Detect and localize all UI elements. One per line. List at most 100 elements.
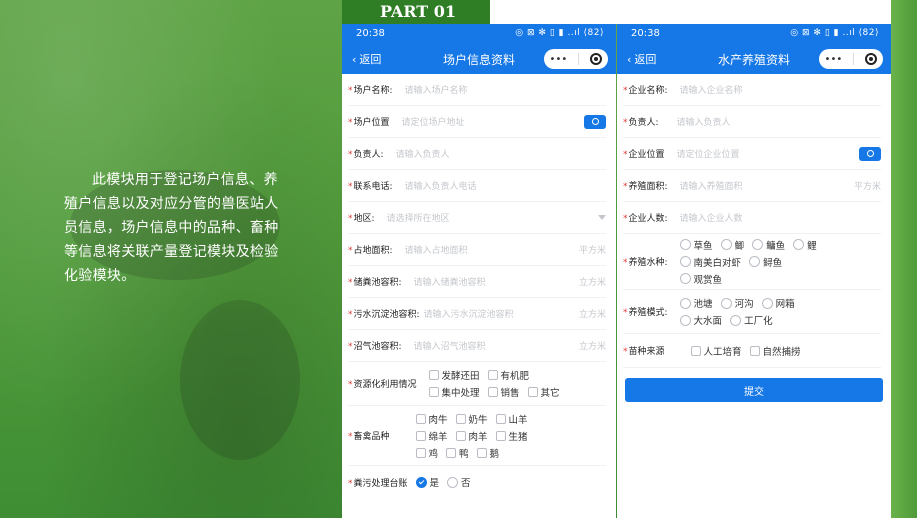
manure-pool-input[interactable]: 请输入储粪池容积 bbox=[414, 275, 579, 288]
checkbox-option[interactable]: 奶牛 bbox=[455, 412, 488, 426]
checkbox[interactable] bbox=[476, 447, 487, 458]
radio-icon[interactable] bbox=[679, 239, 691, 250]
radio-checked-icon[interactable] bbox=[415, 476, 427, 488]
checkbox-option[interactable]: 生猪 bbox=[495, 429, 528, 443]
radio-option[interactable]: 鳙鱼 bbox=[752, 238, 785, 252]
radio-icon[interactable] bbox=[679, 273, 691, 284]
radio-icon[interactable] bbox=[793, 239, 805, 250]
biogas-pool-input[interactable]: 请输入沼气池容积 bbox=[414, 339, 579, 352]
radio-option[interactable]: 河沟 bbox=[720, 296, 754, 310]
field-region[interactable]: *地区: 请选择所在地区 bbox=[348, 202, 606, 234]
field-manure-pool[interactable]: *储粪池容积: 请输入储粪池容积 立方米 bbox=[348, 266, 606, 298]
more-icon[interactable]: ••• bbox=[550, 54, 568, 65]
region-select[interactable]: 请选择所在地区 bbox=[387, 211, 598, 224]
checkbox[interactable] bbox=[487, 387, 498, 397]
location-icon[interactable] bbox=[859, 146, 881, 161]
back-button[interactable]: ‹ 返回 bbox=[352, 51, 381, 67]
checkbox-option[interactable]: 有机肥 bbox=[487, 368, 529, 382]
field-biogas-pool[interactable]: *沼气池容积: 请输入沼气池容积 立方米 bbox=[348, 330, 606, 362]
company-location-input[interactable]: 请定位企业位置 bbox=[677, 147, 859, 160]
submit-button[interactable]: 提交 bbox=[625, 378, 883, 402]
checkbox-option[interactable]: 鸭 bbox=[446, 446, 469, 460]
radio-option[interactable]: 网箱 bbox=[761, 296, 795, 310]
field-company-name[interactable]: *企业名称: 请输入企业名称 bbox=[623, 74, 881, 106]
farm-name-input[interactable]: 请输入场户名称 bbox=[405, 83, 606, 96]
radio-yes[interactable]: 是 bbox=[415, 475, 439, 489]
checkbox-option[interactable]: 集中处理 bbox=[428, 385, 480, 399]
checkbox-option[interactable]: 肉牛 bbox=[415, 412, 448, 426]
checkbox[interactable] bbox=[487, 370, 498, 380]
radio-icon[interactable] bbox=[679, 314, 691, 326]
field-company-location[interactable]: *企业位置 请定位企业位置 bbox=[623, 138, 881, 170]
back-button[interactable]: ‹ 返回 bbox=[627, 51, 656, 67]
field-sewage-pool[interactable]: *污水沉淀池容积: 请输入污水沉淀池容积 立方米 bbox=[348, 298, 606, 330]
owner-input[interactable]: 请输入负责人 bbox=[677, 115, 881, 128]
checkbox[interactable] bbox=[415, 413, 426, 424]
field-farm-location[interactable]: *场户位置 请定位场户地址 bbox=[348, 106, 606, 138]
unit-label: 平方米 bbox=[853, 182, 881, 192]
radio-option[interactable]: 大水面 bbox=[679, 313, 722, 327]
radio-option[interactable]: 鲫 bbox=[720, 238, 744, 252]
checkbox-option[interactable]: 肉羊 bbox=[455, 429, 488, 443]
radio-option[interactable]: 南美白对虾 bbox=[679, 255, 741, 269]
checkbox[interactable] bbox=[527, 387, 538, 397]
field-phone[interactable]: *联系电话: 请输入负责人电话 bbox=[348, 170, 606, 202]
aquaculture-area-input[interactable]: 请输入养殖面积 bbox=[680, 179, 854, 192]
checkbox[interactable] bbox=[749, 345, 760, 356]
field-area[interactable]: *占地面积: 请输入占地面积 平方米 bbox=[348, 234, 606, 266]
checkbox-option[interactable]: 发酵还田 bbox=[428, 368, 480, 382]
checkbox-option[interactable]: 绵羊 bbox=[415, 429, 448, 443]
radio-option[interactable]: 工厂化 bbox=[730, 313, 773, 327]
field-aquaculture-area[interactable]: *养殖面积: 请输入养殖面积 平方米 bbox=[623, 170, 881, 202]
checkbox[interactable] bbox=[415, 430, 426, 441]
checkbox[interactable] bbox=[428, 387, 439, 397]
phone-input[interactable]: 请输入负责人电话 bbox=[405, 179, 606, 192]
radio-icon[interactable] bbox=[447, 476, 459, 488]
radio-icon[interactable] bbox=[752, 239, 764, 250]
checkbox-option[interactable]: 山羊 bbox=[495, 412, 528, 426]
radio-icon[interactable] bbox=[720, 297, 732, 309]
more-icon[interactable]: ••• bbox=[825, 54, 843, 65]
company-people-input[interactable]: 请输入企业人数 bbox=[680, 211, 881, 224]
checkbox[interactable] bbox=[415, 447, 426, 458]
farm-form: *场户名称: 请输入场户名称 *场户位置 请定位场户地址 *负责人: 请输入负责… bbox=[342, 74, 616, 498]
field-owner[interactable]: *负责人: 请输入负责人 bbox=[348, 138, 606, 170]
checkbox[interactable] bbox=[455, 413, 466, 424]
radio-icon[interactable] bbox=[720, 239, 732, 250]
radio-option[interactable]: 观赏鱼 bbox=[679, 272, 722, 286]
field-company-people[interactable]: *企业人数: 请输入企业人数 bbox=[623, 202, 881, 234]
checkbox[interactable] bbox=[455, 430, 466, 441]
field-farm-name[interactable]: *场户名称: 请输入场户名称 bbox=[348, 74, 606, 106]
owner-input[interactable]: 请输入负责人 bbox=[396, 147, 606, 160]
company-name-input[interactable]: 请输入企业名称 bbox=[680, 83, 881, 96]
checkbox-option[interactable]: 销售 bbox=[487, 385, 520, 399]
checkbox[interactable] bbox=[446, 447, 457, 458]
radio-no[interactable]: 否 bbox=[447, 475, 471, 489]
area-input[interactable]: 请输入占地面积 bbox=[405, 243, 579, 256]
location-icon[interactable] bbox=[584, 114, 606, 129]
radio-icon[interactable] bbox=[761, 297, 773, 309]
checkbox-option[interactable]: 自然捕捞 bbox=[749, 344, 801, 358]
checkbox[interactable] bbox=[690, 345, 701, 356]
farm-location-input[interactable]: 请定位场户地址 bbox=[402, 115, 584, 128]
radio-icon[interactable] bbox=[679, 297, 691, 309]
close-miniprogram-icon[interactable] bbox=[590, 53, 603, 65]
close-miniprogram-icon[interactable] bbox=[865, 53, 878, 65]
checkbox[interactable] bbox=[428, 370, 439, 380]
checkbox[interactable] bbox=[495, 430, 506, 441]
radio-option[interactable]: 鲟鱼 bbox=[749, 255, 782, 269]
radio-icon[interactable] bbox=[679, 256, 691, 267]
field-owner[interactable]: *负责人: 请输入负责人 bbox=[623, 106, 881, 138]
checkbox[interactable] bbox=[495, 413, 506, 424]
radio-option[interactable]: 池塘 bbox=[679, 296, 713, 310]
checkbox-option[interactable]: 其它 bbox=[527, 385, 560, 399]
radio-option[interactable]: 草鱼 bbox=[679, 238, 713, 252]
chevron-down-icon[interactable] bbox=[598, 215, 606, 220]
checkbox-option[interactable]: 鸡 bbox=[415, 446, 438, 460]
radio-option[interactable]: 鲤 bbox=[793, 238, 817, 252]
radio-icon[interactable] bbox=[730, 314, 742, 326]
radio-icon[interactable] bbox=[749, 256, 761, 267]
checkbox-option[interactable]: 人工培育 bbox=[690, 344, 742, 358]
checkbox-option[interactable]: 鹅 bbox=[476, 446, 499, 460]
sewage-pool-input[interactable]: 请输入污水沉淀池容积 bbox=[424, 307, 579, 320]
